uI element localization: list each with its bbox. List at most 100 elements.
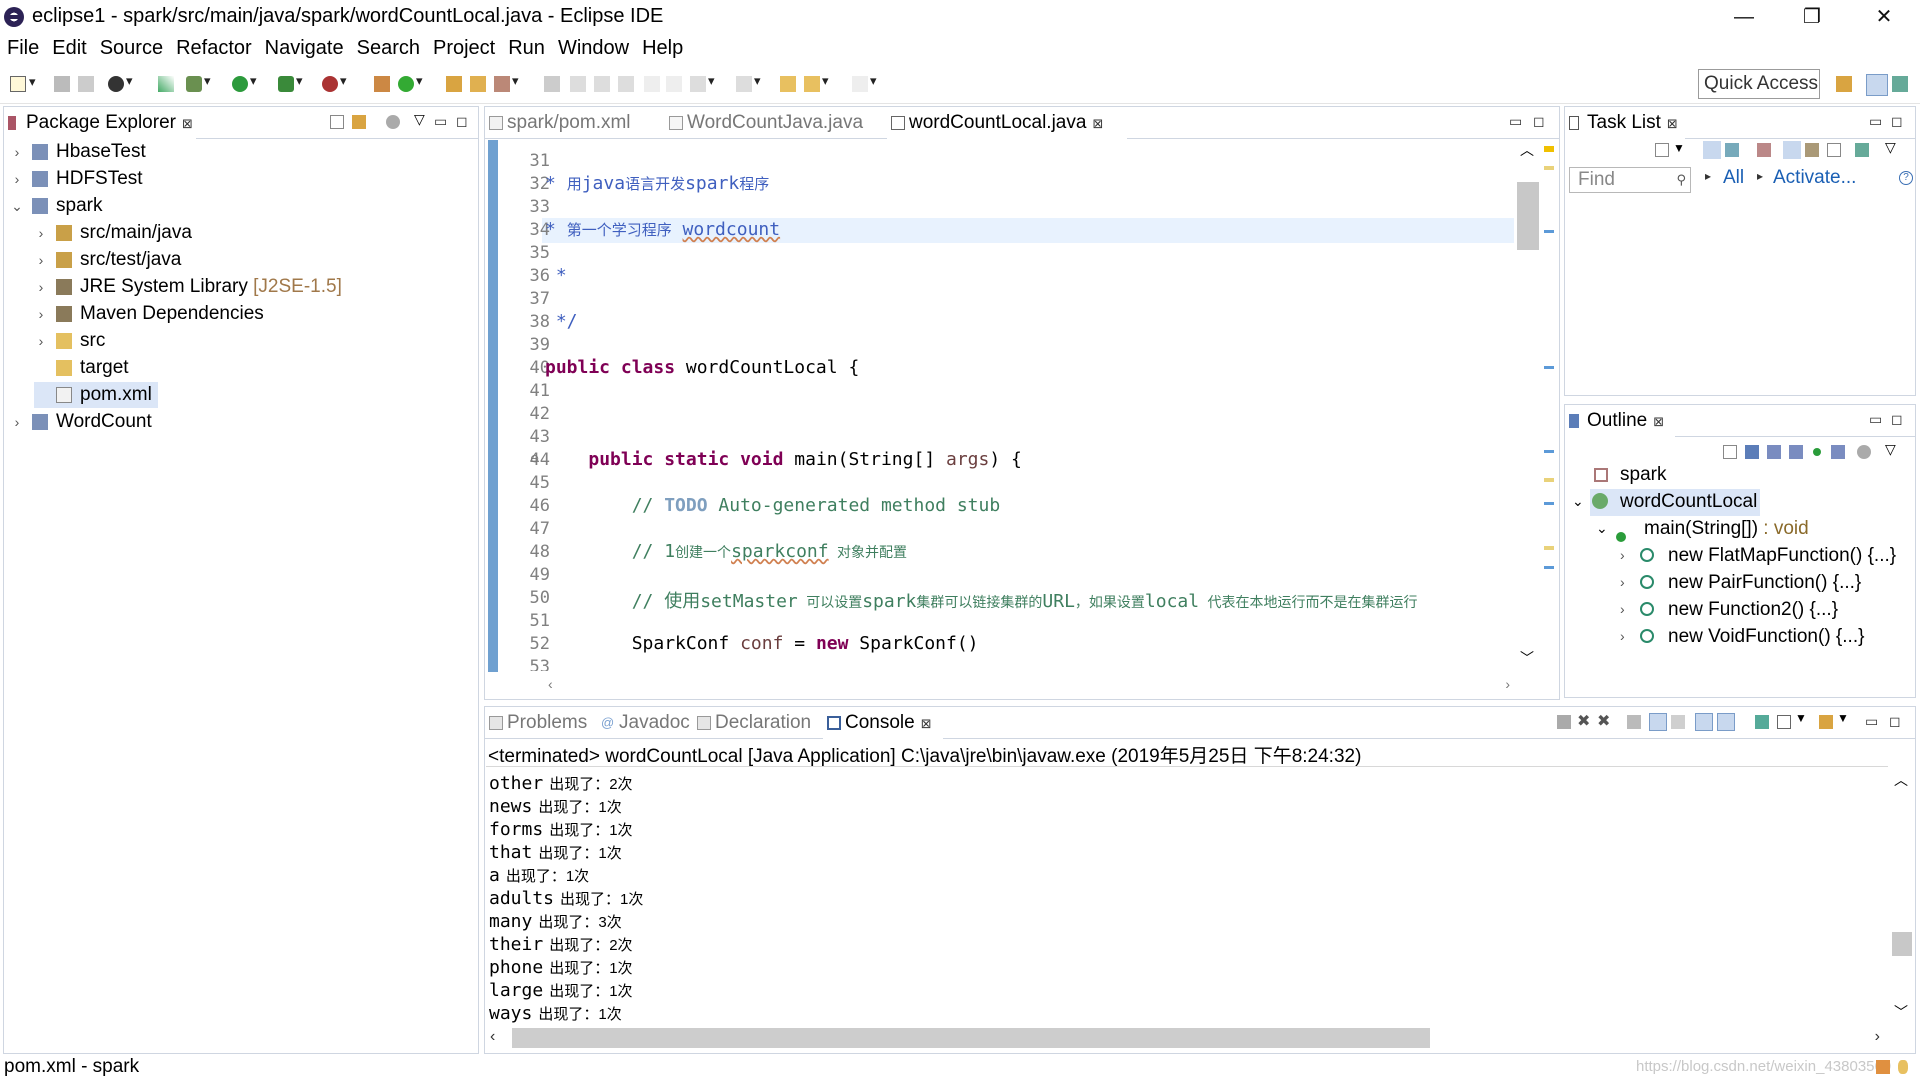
chevron-down-icon[interactable]: ⌄ bbox=[1572, 488, 1584, 515]
editor-vertical-scrollbar[interactable]: ︿ ﹀ bbox=[1516, 140, 1540, 670]
collapse-all-icon[interactable] bbox=[1827, 143, 1841, 157]
console-vertical-scrollbar[interactable]: ︿ ﹀ bbox=[1890, 770, 1914, 1022]
toggle-mark-icon[interactable] bbox=[544, 76, 560, 92]
hide-local-types-icon[interactable] bbox=[1831, 445, 1845, 459]
minimize-view-icon[interactable]: ▭ bbox=[434, 113, 447, 130]
task-repositories-icon[interactable] bbox=[1855, 143, 1869, 157]
hide-completed-icon[interactable] bbox=[1783, 141, 1801, 159]
open-perspective-icon[interactable] bbox=[1836, 76, 1852, 92]
new-task-icon[interactable] bbox=[1655, 143, 1669, 157]
chevron-right-icon[interactable]: › bbox=[1620, 623, 1625, 650]
focus-icon[interactable] bbox=[386, 115, 400, 129]
link-with-editor-icon[interactable] bbox=[352, 115, 366, 129]
restore-button[interactable]: ❐ bbox=[1782, 2, 1842, 32]
overview-mark[interactable] bbox=[1544, 450, 1554, 453]
tip-icon[interactable] bbox=[1898, 1060, 1908, 1074]
scroll-left-icon[interactable]: ‹ bbox=[548, 676, 553, 692]
overview-warning-mark[interactable] bbox=[1544, 146, 1554, 152]
categorized-icon[interactable] bbox=[1703, 141, 1721, 159]
search-tool-icon[interactable] bbox=[494, 73, 519, 92]
save-icon[interactable] bbox=[54, 76, 70, 92]
scroll-right-icon[interactable]: › bbox=[1505, 676, 1510, 692]
clear-console-icon[interactable] bbox=[1627, 715, 1641, 729]
overview-mark[interactable] bbox=[1544, 230, 1554, 233]
skip-breakpoints-icon[interactable] bbox=[158, 76, 174, 92]
close-button[interactable]: ✕ bbox=[1854, 2, 1914, 32]
maximize-view-icon[interactable]: ◻ bbox=[1889, 713, 1901, 730]
hide-static-icon[interactable] bbox=[1789, 445, 1803, 459]
close-icon[interactable]: ⊠ bbox=[182, 116, 193, 131]
link-editor-icon[interactable] bbox=[1857, 445, 1871, 459]
tree-item-pom-xml[interactable]: pom.xml bbox=[34, 382, 158, 408]
minimize-view-icon[interactable]: ▭ bbox=[1509, 113, 1522, 130]
java-perspective-icon[interactable] bbox=[1866, 74, 1888, 96]
tab-package-explorer[interactable]: Package Explorer ⊠ bbox=[4, 107, 196, 139]
overview-mark[interactable] bbox=[1544, 546, 1554, 550]
last-edit-icon[interactable] bbox=[780, 76, 796, 92]
overview-mark[interactable] bbox=[1544, 366, 1554, 369]
chevron-right-icon[interactable]: › bbox=[1620, 569, 1625, 596]
show-on-stderr-icon[interactable] bbox=[1717, 713, 1735, 731]
tab-declaration[interactable]: Declaration bbox=[693, 707, 823, 739]
overview-mark[interactable] bbox=[1544, 502, 1554, 505]
chevron-right-icon[interactable]: › bbox=[1620, 542, 1625, 569]
forward-icon[interactable] bbox=[852, 73, 877, 92]
menu-file[interactable]: File bbox=[0, 34, 45, 62]
close-icon[interactable]: ⊠ bbox=[1092, 116, 1103, 131]
minimize-view-icon[interactable]: ▭ bbox=[1869, 113, 1882, 130]
scheduled-icon[interactable] bbox=[1725, 143, 1739, 157]
scroll-down-icon[interactable]: ﹀ bbox=[1520, 648, 1534, 668]
remove-all-icon[interactable]: ✖ bbox=[1597, 711, 1610, 731]
tab-pom-xml[interactable]: spark/pom.xml bbox=[485, 107, 663, 139]
menu-help[interactable]: Help bbox=[635, 34, 689, 62]
close-icon[interactable]: ⊠ bbox=[921, 716, 932, 731]
pilcrow-icon[interactable] bbox=[666, 76, 682, 92]
menu-run[interactable]: Run bbox=[501, 34, 551, 62]
focus-workweek-icon[interactable] bbox=[1757, 143, 1771, 157]
prev-annotation-icon[interactable] bbox=[736, 73, 761, 92]
word-wrap-icon[interactable] bbox=[618, 76, 634, 92]
hide-non-public-icon[interactable] bbox=[1813, 448, 1821, 456]
scroll-left-icon[interactable]: ‹ bbox=[490, 1028, 495, 1046]
activate-link[interactable]: Activate... bbox=[1773, 167, 1856, 189]
open-type-icon[interactable] bbox=[446, 76, 462, 92]
maximize-view-icon[interactable]: ◻ bbox=[1533, 113, 1545, 130]
overview-mark[interactable] bbox=[1544, 166, 1554, 170]
view-menu-icon[interactable]: ▽ bbox=[1885, 139, 1896, 156]
view-menu-icon[interactable]: ▽ bbox=[1885, 441, 1896, 458]
scroll-right-icon[interactable]: › bbox=[1875, 1028, 1880, 1046]
open-console-dropdown-icon[interactable]: ▼ bbox=[1837, 711, 1849, 725]
terminate-icon[interactable] bbox=[1557, 715, 1571, 729]
open-task-icon[interactable] bbox=[470, 76, 486, 92]
external-tools-icon[interactable] bbox=[322, 73, 347, 92]
quick-access-field[interactable]: Quick Access bbox=[1698, 69, 1820, 99]
notification-icon[interactable] bbox=[1876, 1060, 1890, 1074]
display-console-icon[interactable] bbox=[1777, 715, 1791, 729]
hide-fields-icon[interactable] bbox=[1767, 445, 1781, 459]
menu-edit[interactable]: Edit bbox=[45, 34, 92, 62]
maximize-view-icon[interactable]: ◻ bbox=[1891, 411, 1903, 428]
new-java-project-icon[interactable] bbox=[374, 76, 390, 92]
overview-mark[interactable] bbox=[1544, 566, 1554, 569]
overview-mark[interactable] bbox=[1544, 478, 1554, 482]
menu-source[interactable]: Source bbox=[93, 34, 169, 62]
new-task-dropdown-icon[interactable]: ▼ bbox=[1673, 141, 1685, 155]
scroll-up-icon[interactable]: ︿ bbox=[1520, 140, 1534, 160]
coverage-icon[interactable] bbox=[278, 73, 303, 92]
show-whitespace-icon[interactable] bbox=[644, 76, 660, 92]
menu-window[interactable]: Window bbox=[551, 34, 635, 62]
show-on-stdout-icon[interactable] bbox=[1695, 713, 1713, 731]
remove-launch-icon[interactable]: ✖ bbox=[1577, 711, 1590, 731]
menu-navigate[interactable]: Navigate bbox=[258, 34, 350, 62]
tab-javadoc[interactable]: @ Javadoc bbox=[597, 707, 693, 739]
display-console-dropdown-icon[interactable]: ▼ bbox=[1795, 711, 1807, 725]
debug-perspective-icon[interactable] bbox=[1892, 76, 1908, 92]
tab-task-list[interactable]: Task List ⊠ bbox=[1565, 107, 1685, 139]
open-console-icon[interactable] bbox=[1819, 715, 1833, 729]
sort-icon[interactable] bbox=[1745, 445, 1759, 459]
menu-project[interactable]: Project bbox=[426, 34, 501, 62]
minimize-view-icon[interactable]: ▭ bbox=[1865, 713, 1878, 730]
tab-console[interactable]: Console ⊠ bbox=[823, 707, 943, 739]
pin-console-icon[interactable] bbox=[1755, 715, 1769, 729]
tab-outline[interactable]: Outline ⊠ bbox=[1565, 405, 1675, 437]
